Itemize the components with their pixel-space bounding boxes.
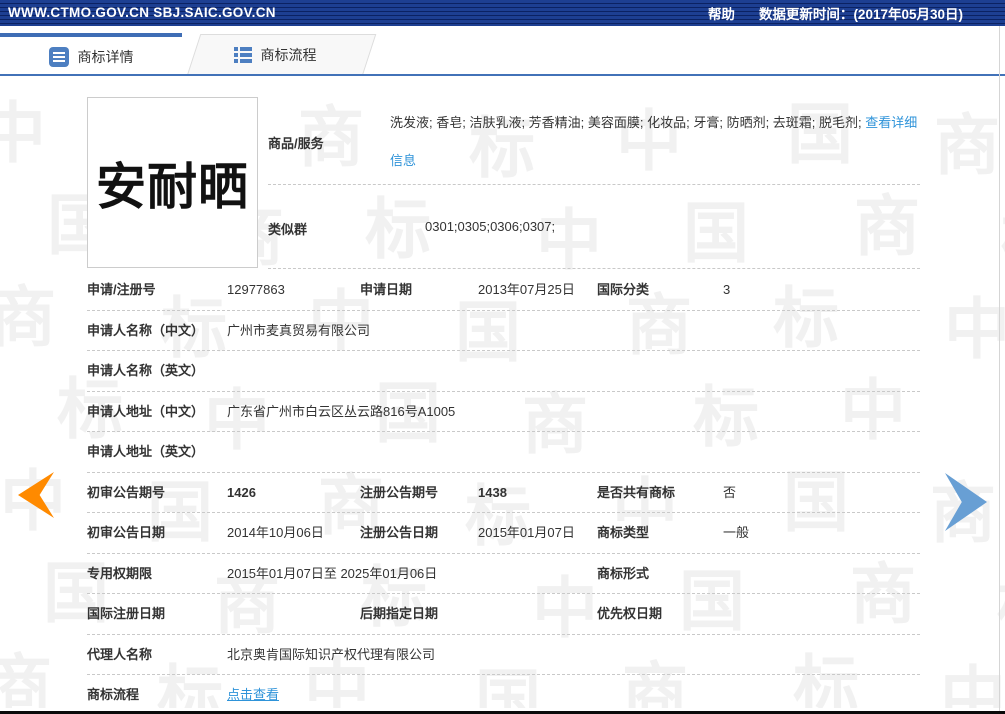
goods-services-label: 商品/服务 — [268, 136, 324, 151]
tab-trademark-flow[interactable]: 商标流程 — [187, 33, 363, 76]
field-label: 申请/注册号 — [87, 282, 156, 297]
row-separator — [268, 184, 920, 185]
field-value: 2014年10月06日 — [227, 525, 324, 540]
field-label: 申请人名称（中文） — [87, 322, 205, 338]
field-value: 3 — [723, 282, 731, 297]
next-trademark-button[interactable] — [945, 473, 987, 531]
tab-trademark-details[interactable]: 商标详情 — [0, 33, 182, 76]
tab-underline — [0, 74, 1005, 76]
field-label: 专用权期限 — [87, 565, 153, 581]
table-row: 国际注册日期 后期指定日期 优先权日期 — [87, 594, 920, 635]
field-value: 2013年07月25日 — [478, 282, 575, 297]
field-label: 是否共有商标 — [597, 484, 676, 500]
field-label: 申请日期 — [360, 282, 413, 297]
trademark-detail-page: WWW.CTMO.GOV.CN SBJ.SAIC.GOV.CN 帮助 数据更新时… — [0, 0, 1005, 714]
table-row: 代理人名称 北京奥肯国际知识产权代理有限公司 — [87, 635, 920, 675]
field-label: 代理人名称 — [87, 646, 153, 662]
tab-label: 商标详情 — [77, 48, 134, 65]
field-value: 2015年01月07日至 2025年01月06日 — [227, 565, 438, 581]
tab-label: 商标流程 — [260, 46, 317, 63]
field-value: 北京奥肯国际知识产权代理有限公司 — [227, 646, 436, 662]
table-row: 初审公告日期 2014年10月06日 注册公告日期 2015年01月07日 商标类型 一般 — [87, 513, 920, 554]
field-value: 2015年01月07日 — [478, 525, 575, 540]
table-row: 申请人名称（中文） 广州市麦真贸易有限公司 — [87, 311, 920, 351]
field-label: 申请人名称（英文） — [87, 363, 205, 378]
field-value: 1438 — [478, 484, 507, 500]
field-value: 一般 — [723, 525, 750, 540]
table-row: 申请人地址（中文） 广东省广州市白云区丛云路816号A1005 — [87, 392, 920, 432]
field-value: 1426 — [227, 484, 256, 500]
field-label: 国际注册日期 — [87, 606, 166, 621]
field-label: 申请人地址（中文） — [87, 403, 205, 419]
field-label: 后期指定日期 — [360, 606, 439, 621]
field-value: 广东省广州市白云区丛云路816号A1005 — [227, 403, 456, 419]
field-label: 商标形式 — [597, 565, 650, 581]
field-label: 初审公告期号 — [87, 484, 166, 500]
list-icon — [48, 46, 69, 67]
field-label: 注册公告日期 — [360, 525, 439, 540]
table-row: 申请人名称（英文） — [87, 351, 920, 392]
field-label: 商标类型 — [597, 525, 650, 540]
field-label: 商标流程 — [87, 687, 140, 702]
table-row: 专用权期限 2015年01月07日至 2025年01月06日 商标形式 — [87, 554, 920, 594]
trademark-details-table: 申请/注册号 12977863 申请日期 2013年07月25日 国际分类 3 申请人名称（… — [87, 270, 920, 714]
trademark-name: 安耐晒 — [96, 158, 249, 215]
trademark-flow-link[interactable]: 点击查看 — [227, 675, 279, 714]
content-area: 安耐晒 商品/服务 洗发液; 香皂; 洁肤乳液; 芳香精油; 美容面膜; 化妆品… — [0, 0, 1005, 714]
table-row: 申请人地址（英文） — [87, 432, 920, 473]
field-label: 国际分类 — [597, 282, 650, 297]
goods-services-value: 洗发液; 香皂; 洁肤乳液; 芳香精油; 美容面膜; 化妆品; 牙膏; 防晒剂;… — [390, 104, 924, 180]
field-value: 12977863 — [227, 282, 285, 297]
scrollbar-edge — [999, 26, 1000, 711]
goods-services-text: 洗发液; 香皂; 洁肤乳液; 芳香精油; 美容面膜; 化妆品; 牙膏; 防晒剂;… — [390, 115, 866, 130]
field-label: 优先权日期 — [597, 606, 663, 621]
table-row: 申请/注册号 12977863 申请日期 2013年07月25日 国际分类 3 — [87, 270, 920, 311]
trademark-image: 安耐晒 — [87, 97, 258, 268]
similar-group-label: 类似群 — [268, 222, 308, 237]
field-label: 注册公告期号 — [360, 484, 439, 500]
similar-group-value: 0301;0305;0306;0307; — [425, 219, 556, 234]
field-value: 否 — [723, 484, 737, 500]
previous-trademark-button[interactable] — [18, 472, 54, 518]
list-bullets-icon — [233, 46, 252, 63]
field-value: 广州市麦真贸易有限公司 — [227, 322, 371, 338]
table-row: 商标流程 点击查看 — [87, 675, 920, 714]
table-row: 初审公告期号 1426 注册公告期号 1438 是否共有商标 否 — [87, 473, 920, 513]
row-separator — [268, 268, 920, 269]
field-label: 初审公告日期 — [87, 525, 166, 540]
field-label: 申请人地址（英文） — [87, 444, 205, 459]
